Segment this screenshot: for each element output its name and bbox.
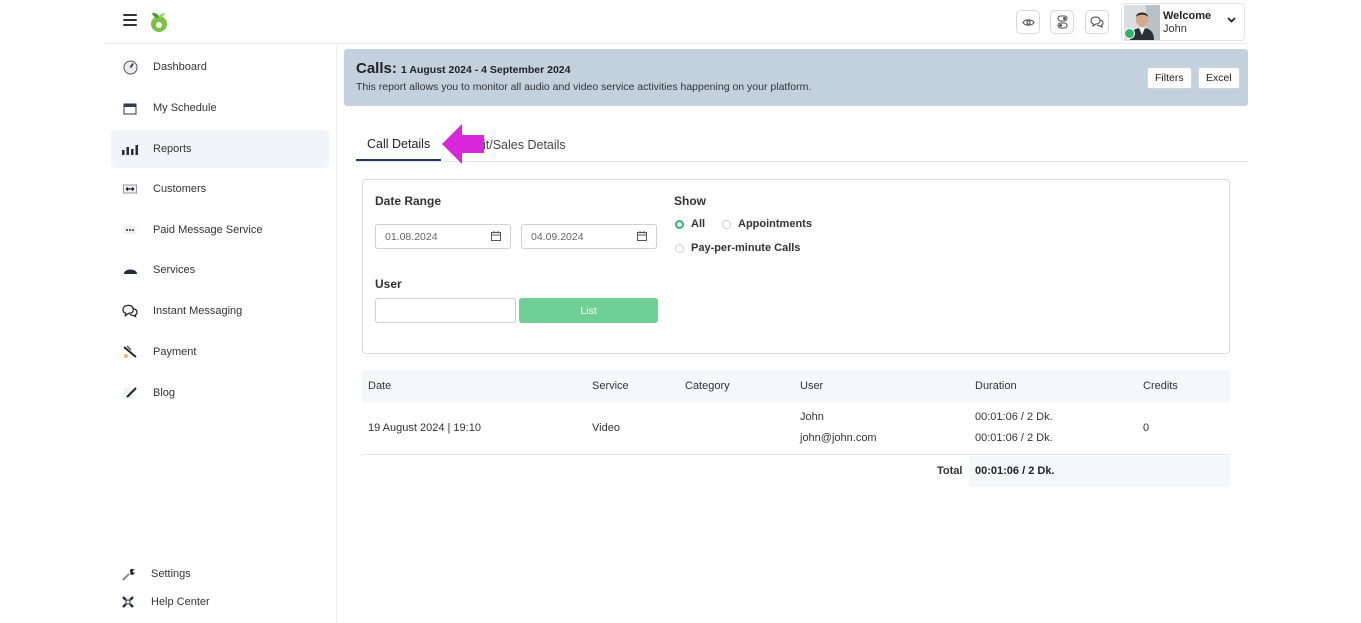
column-header-user: User (800, 380, 824, 392)
list-button[interactable]: List (519, 298, 658, 323)
message-dots-icon (122, 222, 138, 238)
eye-icon (1021, 18, 1035, 26)
menu-icon[interactable] (123, 14, 137, 26)
app-shell: Welcome John Dashboard My Schedule Repor… (105, 0, 1248, 623)
user-menu[interactable]: Welcome John (1121, 3, 1245, 41)
radio-appointments[interactable]: Appointments (722, 218, 812, 230)
report-date-range: 1 August 2024 - 4 September 2024 (401, 64, 571, 76)
sidebar-item-help-center[interactable]: Help Center (111, 583, 329, 621)
column-header-category: Category (685, 380, 730, 392)
sidebar-item-customers[interactable]: Customers (111, 170, 329, 208)
chevron-down-icon (1227, 17, 1236, 23)
sidebar-item-label: My Schedule (153, 102, 217, 114)
radio-all[interactable]: All (675, 218, 705, 230)
sidebar-item-label: Blog (153, 387, 176, 399)
sidebar-item-label: Help Center (151, 596, 210, 608)
chat-bubbles-icon (122, 303, 138, 319)
table-row[interactable]: 19 August 2024 | 19:10 Video John john@j… (362, 402, 1230, 455)
sidebar-item-my-schedule[interactable]: My Schedule (111, 89, 329, 127)
report-description: This report allows you to monitor all au… (356, 81, 812, 93)
sidebar-item-label: Dashboard (153, 61, 207, 73)
gauge-icon (122, 59, 138, 75)
sidebar-item-label: Payment (153, 346, 197, 358)
annotation-arrow-icon (442, 124, 484, 164)
table-header: Date Service Category User Duration Cred… (362, 370, 1230, 402)
date-from-value: 01.08.2024 (385, 230, 438, 243)
cell-service: Video (592, 422, 620, 434)
radio-dot (675, 243, 684, 253)
excel-button[interactable]: Excel (1198, 67, 1240, 89)
filters-button[interactable]: Filters (1147, 67, 1192, 89)
sidebar-item-label: Customers (153, 183, 207, 195)
radio-dot (675, 219, 684, 229)
total-label: Total (937, 465, 963, 477)
radio-dot (722, 219, 731, 229)
cell-user-name: John (800, 411, 824, 423)
report-tabs: Call Details it/Sales Details (356, 129, 1248, 162)
calendar-icon (637, 231, 647, 241)
show-label: Show (674, 194, 706, 208)
cell-duration: 00:01:06 / 2 Dk. (975, 411, 1053, 423)
toggle-icon (1057, 15, 1067, 29)
bar-chart-icon (122, 141, 138, 157)
sidebar-item-reports[interactable]: Reports (111, 130, 329, 168)
sidebar-item-paid-message-service[interactable]: Paid Message Service (111, 211, 329, 249)
online-status-dot (1124, 28, 1135, 39)
pen-icon (122, 385, 138, 401)
welcome-label: Welcome (1163, 10, 1212, 22)
cloche-icon (122, 262, 138, 278)
cell-date: 19 August 2024 | 19:10 (368, 422, 481, 434)
sidebar-item-payment[interactable]: Payment (111, 333, 329, 371)
user-name: John (1163, 23, 1187, 35)
sidebar-item-label: Paid Message Service (153, 224, 263, 236)
radio-label: All (691, 218, 706, 230)
sidebar-item-label: Settings (151, 568, 191, 580)
chat-icon (1090, 16, 1104, 28)
sidebar-item-label: Reports (153, 143, 192, 155)
total-value: 00:01:06 / 2 Dk. (975, 465, 1055, 477)
sidebar-item-instant-messaging[interactable]: Instant Messaging (111, 292, 329, 330)
page-title: Calls: 1 August 2024 - 4 September 2024 (356, 60, 570, 77)
tab-sales-details[interactable]: it/Sales Details (483, 129, 566, 161)
sidebar-item-label: Services (153, 264, 196, 276)
sidebar-item-label: Instant Messaging (153, 305, 243, 317)
filter-panel: Date Range 01.08.2024 04.09.2024 Show Al… (362, 179, 1230, 354)
column-header-credits: Credits (1143, 380, 1178, 392)
date-from-input[interactable]: 01.08.2024 (375, 224, 511, 249)
report-banner: Calls: 1 August 2024 - 4 September 2024 … (344, 49, 1248, 106)
payment-icon (122, 344, 138, 360)
user-label: User (375, 277, 402, 291)
sidebar-item-blog[interactable]: Blog (111, 374, 329, 412)
cell-credits: 0 (1143, 422, 1150, 434)
date-to-input[interactable]: 04.09.2024 (521, 224, 657, 249)
cell-user-email: john@john.com (800, 432, 877, 444)
page-title-text: Calls: (356, 60, 397, 77)
sidebar: Dashboard My Schedule Reports Customers … (105, 44, 337, 623)
date-to-value: 04.09.2024 (531, 230, 584, 243)
radio-label: Appointments (738, 218, 812, 230)
user-input[interactable] (375, 298, 516, 323)
wrench-icon (120, 566, 136, 582)
preview-button[interactable] (1016, 10, 1040, 34)
toggle-button[interactable] (1050, 10, 1074, 34)
tab-call-details[interactable]: Call Details (356, 129, 442, 161)
cell-duration: 00:01:06 / 2 Dk. (975, 432, 1053, 444)
radio-pay-per-minute-calls[interactable]: Pay-per-minute Calls (675, 242, 800, 254)
help-icon (120, 594, 136, 610)
date-range-label: Date Range (375, 194, 442, 208)
column-header-date: Date (368, 380, 392, 392)
brand-logo (151, 12, 167, 32)
sidebar-item-services[interactable]: Services (111, 251, 329, 289)
calendar-icon (491, 231, 501, 241)
top-bar: Welcome John (105, 0, 1248, 44)
radio-label: Pay-per-minute Calls (691, 242, 801, 254)
column-header-duration: Duration (975, 380, 1017, 392)
customers-icon (122, 181, 138, 197)
calendar-icon (122, 100, 138, 116)
messages-button[interactable] (1085, 10, 1109, 34)
column-header-service: Service (592, 380, 629, 392)
sidebar-item-dashboard[interactable]: Dashboard (111, 48, 329, 86)
